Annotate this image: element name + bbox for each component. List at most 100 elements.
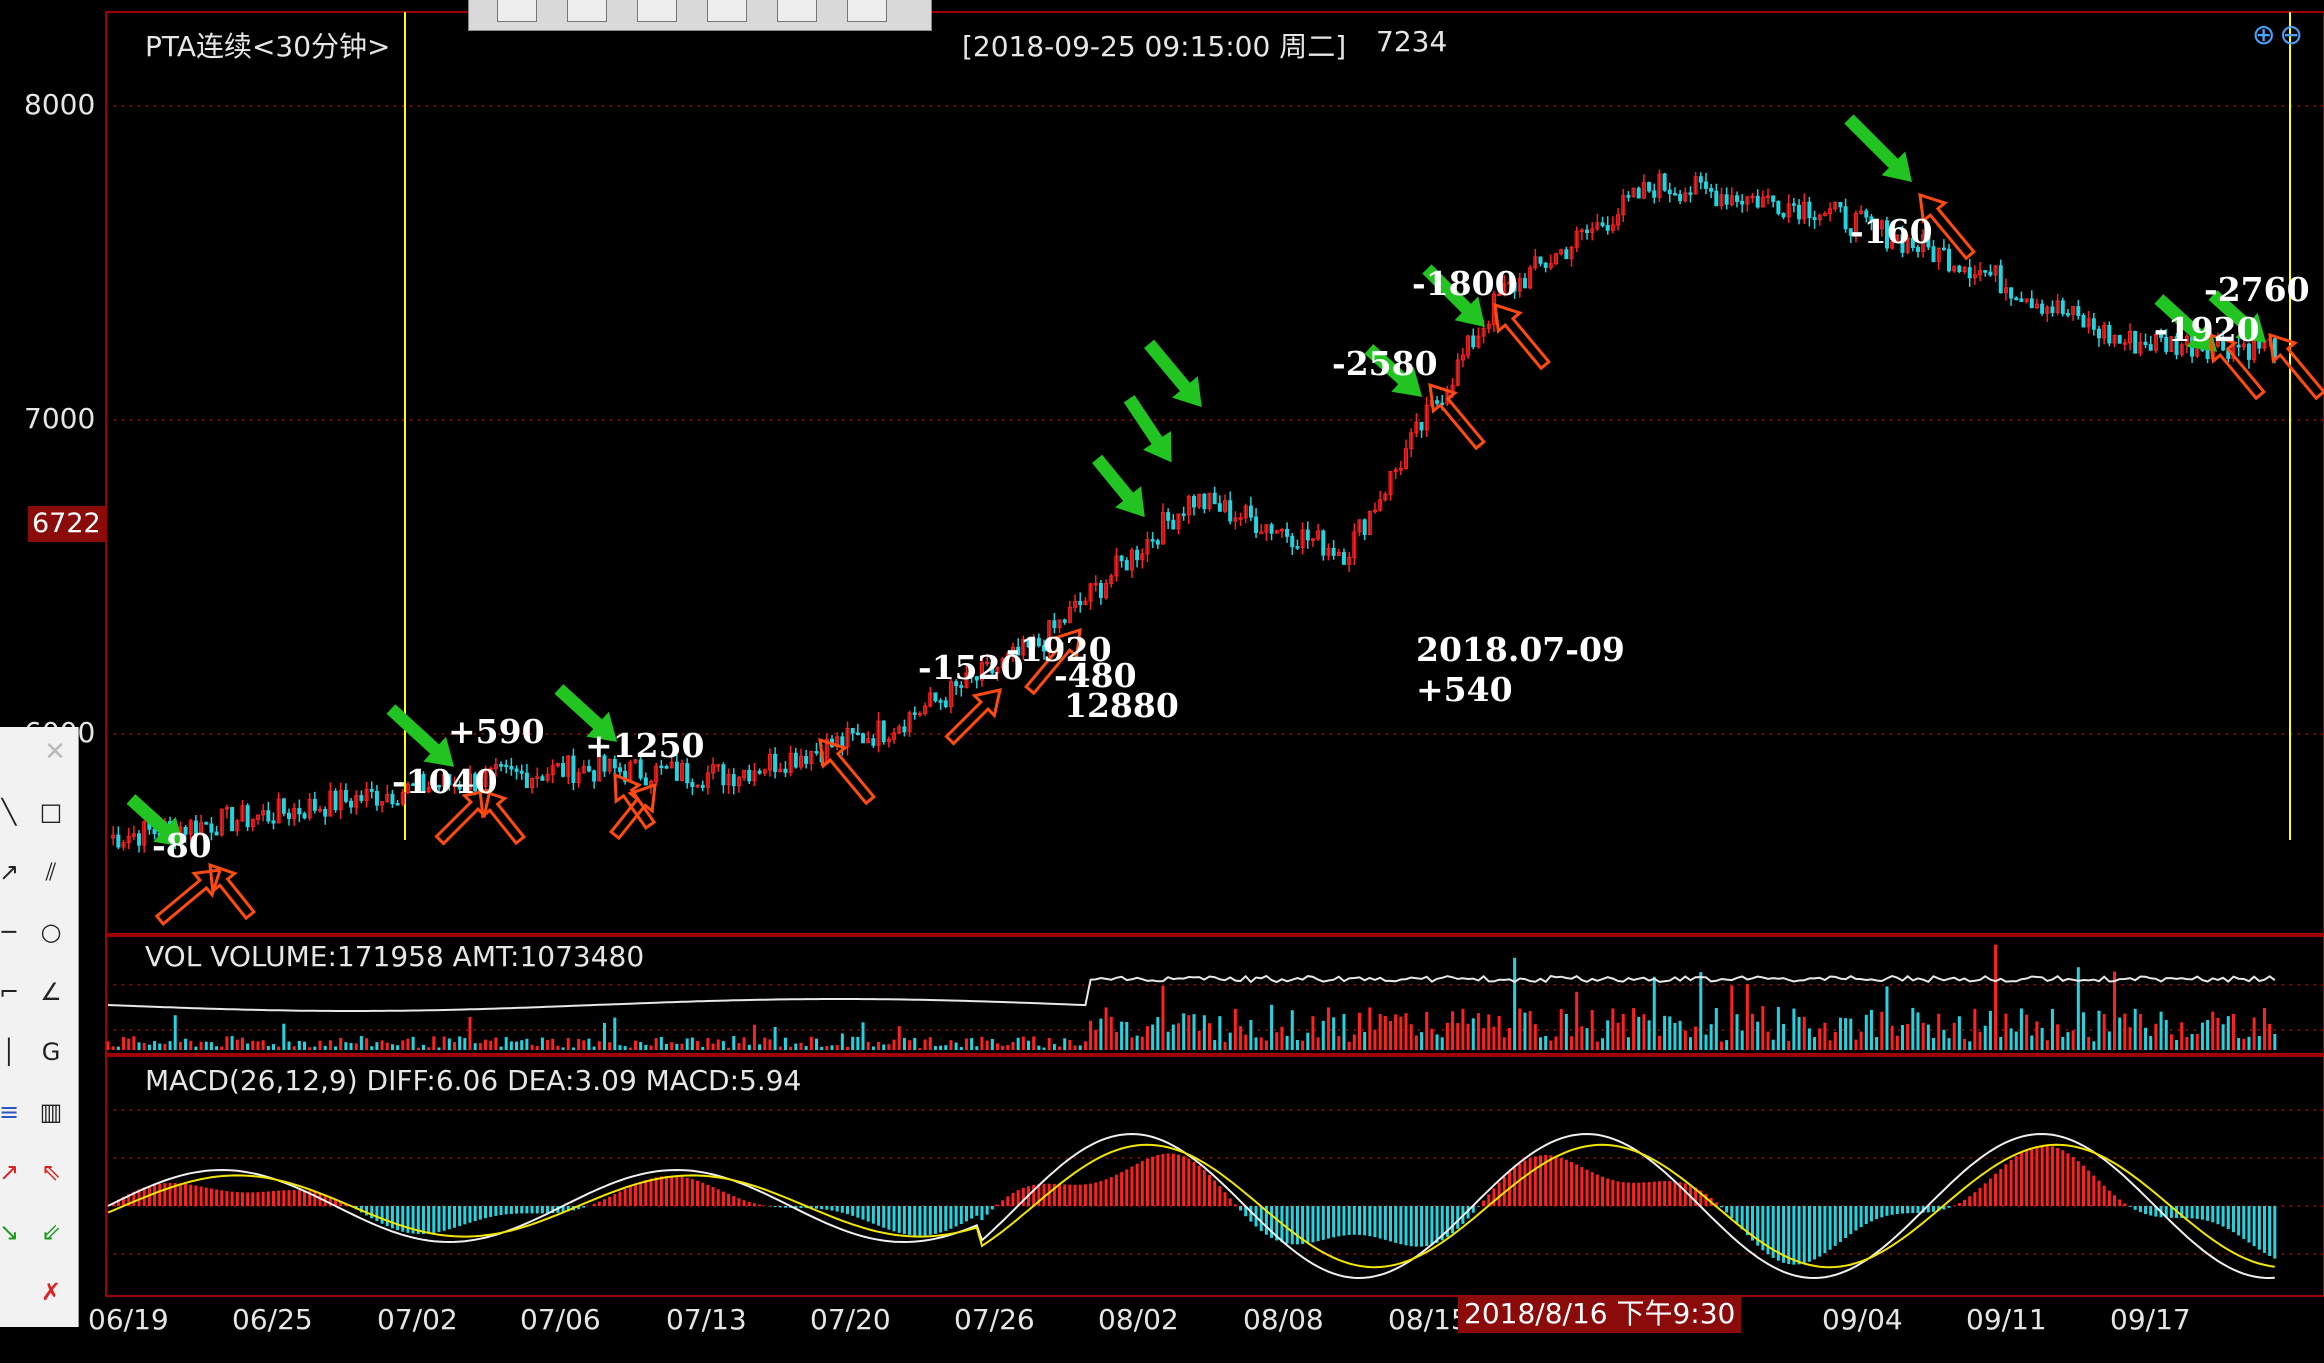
close-icon[interactable]: ✕ xyxy=(40,737,70,767)
volume-bar xyxy=(1838,1017,1842,1050)
down-arrow-outline-icon[interactable]: ⇙ xyxy=(36,1217,66,1247)
volume-bar xyxy=(1073,1045,1077,1050)
macd-bar xyxy=(2262,1206,2266,1253)
volume-bar xyxy=(147,1044,151,1050)
volume-bar xyxy=(995,1043,999,1050)
candle-body xyxy=(297,808,302,815)
down-arrow-tool-icon[interactable]: ↘ xyxy=(0,1217,24,1247)
macd-bar xyxy=(1176,1154,1180,1206)
volume-bar xyxy=(1492,1026,1496,1050)
volume-bar xyxy=(1476,1013,1480,1050)
macd-bar xyxy=(271,1191,275,1206)
volume-bar xyxy=(1487,1014,1491,1050)
macd-bar xyxy=(1430,1206,1434,1245)
buy-arrow xyxy=(1844,114,1912,182)
volume-bar xyxy=(1978,1031,1982,1050)
volume-bar xyxy=(452,1042,456,1050)
volume-bar xyxy=(344,1042,348,1050)
volume-bar xyxy=(2087,1036,2091,1050)
candle-body xyxy=(804,756,809,764)
parallel-lines-icon[interactable]: ⫽ xyxy=(36,857,66,887)
volume-bar xyxy=(980,1036,984,1050)
toolbar-button[interactable] xyxy=(567,0,607,22)
macd-bar xyxy=(2004,1164,2008,1206)
volume-bar xyxy=(1751,1013,1755,1050)
candle-body xyxy=(1740,200,1745,205)
buy-arrow xyxy=(1144,339,1202,408)
macd-bar xyxy=(727,1193,731,1206)
macd-bar xyxy=(923,1206,927,1236)
volume-bar xyxy=(2242,1038,2246,1050)
volume-bar xyxy=(1973,1008,1977,1050)
volume-bar xyxy=(1275,1032,1279,1050)
up-arrow-tool-icon[interactable]: ↗ xyxy=(0,1157,24,1187)
volume-bar xyxy=(618,1045,622,1050)
volume-bar xyxy=(225,1036,229,1050)
volume-bar xyxy=(561,1047,565,1050)
lines-tool-icon[interactable]: ≡ xyxy=(0,1097,24,1127)
volume-bar xyxy=(1011,1041,1015,1050)
volume-bar xyxy=(334,1046,338,1050)
volume-bar xyxy=(608,1042,612,1050)
macd-bar xyxy=(437,1206,441,1232)
macd-bar xyxy=(1668,1181,1672,1206)
volume-bar xyxy=(1409,1024,1413,1050)
volume-bar xyxy=(204,1041,208,1050)
volume-bar xyxy=(2221,1024,2225,1050)
macd-bar xyxy=(851,1206,855,1216)
up-arrow-outline-icon[interactable]: ⇖ xyxy=(36,1157,66,1187)
toolbar-button[interactable] xyxy=(707,0,747,22)
volume-bar xyxy=(1663,1015,1667,1050)
candle-body xyxy=(1248,505,1253,518)
price-chart[interactable] xyxy=(0,0,2324,1363)
toolbar-button[interactable] xyxy=(497,0,537,22)
fibonacci-tool-icon[interactable]: G xyxy=(36,1037,66,1067)
macd-bar xyxy=(1518,1163,1522,1206)
toolbar-button[interactable] xyxy=(777,0,817,22)
zoom-in-icon[interactable]: ⊕ xyxy=(2252,18,2279,51)
macd-bar xyxy=(2087,1170,2091,1206)
vertical-line-icon[interactable]: │ xyxy=(0,1037,24,1067)
x-tick-label: 07/13 xyxy=(666,1303,747,1336)
rectangle-tool-icon[interactable]: □ xyxy=(36,797,66,827)
macd-bar xyxy=(1213,1180,1217,1206)
candle-body xyxy=(2065,313,2070,316)
macd-bar xyxy=(1156,1155,1160,1206)
volume-bar xyxy=(602,1022,606,1050)
volume-bar xyxy=(163,1043,167,1050)
line-tool-icon[interactable]: ╲ xyxy=(0,797,24,827)
ray-tool-icon[interactable]: ↗ xyxy=(0,857,24,887)
volume-bar xyxy=(2030,1035,2034,1050)
volume-bar xyxy=(297,1040,301,1050)
volume-bar xyxy=(1642,1014,1646,1050)
ellipse-tool-icon[interactable]: ○ xyxy=(36,917,66,947)
candle-body xyxy=(1098,582,1103,598)
macd-bar xyxy=(1068,1184,1072,1206)
zoom-out-icon[interactable]: ⊖ xyxy=(2279,18,2306,51)
horizontal-line-icon[interactable]: ─ xyxy=(0,917,24,947)
candle-body xyxy=(643,777,648,786)
candle-body xyxy=(369,788,374,792)
volume-bar xyxy=(1518,1008,1522,1050)
macd-bar xyxy=(701,1182,705,1206)
toolbar-button[interactable] xyxy=(637,0,677,22)
volume-bar xyxy=(1942,1029,1946,1050)
delete-drawings-icon[interactable]: ✗ xyxy=(36,1277,66,1307)
macd-bar xyxy=(949,1206,953,1229)
macd-bar xyxy=(1456,1206,1460,1229)
gann-angle-icon[interactable]: ∠ xyxy=(36,977,66,1007)
volume-bar xyxy=(1182,1013,1186,1050)
volume-bar xyxy=(659,1036,663,1050)
macd-bar xyxy=(2221,1206,2225,1227)
candle-body xyxy=(700,784,705,788)
macd-bar xyxy=(230,1191,234,1206)
volume-bar xyxy=(194,1046,198,1050)
macd-bar xyxy=(1554,1156,1558,1206)
bars-tool-icon[interactable]: ▥ xyxy=(36,1097,66,1127)
angle-tool-icon[interactable]: ⌐ xyxy=(0,977,24,1007)
candle-body xyxy=(2050,306,2055,314)
macd-panel-label: MACD(26,12,9) DIFF:6.06 DEA:3.09 MACD:5.… xyxy=(145,1064,802,1097)
macd-bar xyxy=(1332,1206,1336,1238)
toolbar-button[interactable] xyxy=(847,0,887,22)
candle-body xyxy=(1212,492,1217,505)
